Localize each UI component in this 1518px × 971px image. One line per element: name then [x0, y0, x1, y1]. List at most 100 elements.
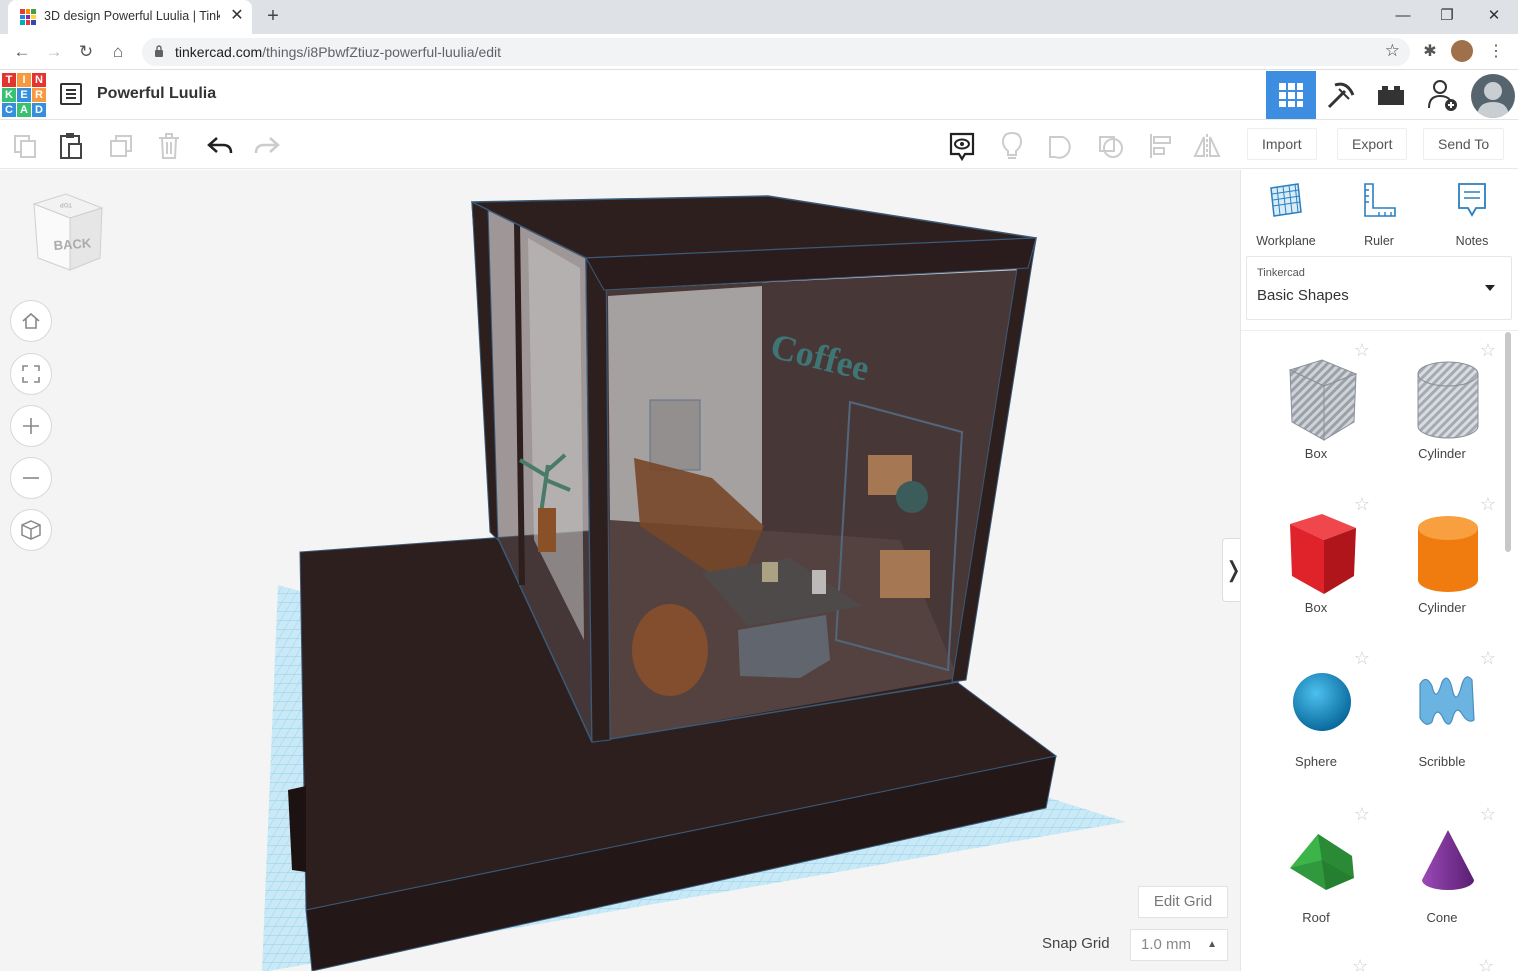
shape-scribble[interactable]: ☆ Scribble: [1382, 646, 1502, 796]
user-avatar[interactable]: [1471, 74, 1515, 118]
show-all-button[interactable]: [947, 131, 977, 161]
mirror-button[interactable]: [1192, 131, 1222, 161]
edit-toolbar: Import Export Send To: [0, 121, 1518, 169]
browser-toolbar: ← → ↻ ⌂ tinkercad.com/things/i8PbwfZtiuz…: [0, 34, 1518, 70]
cylinder-hole-icon: [1417, 361, 1479, 439]
send-to-button[interactable]: Send To: [1423, 128, 1505, 160]
snap-grid-select[interactable]: 1.0 mm ▲: [1130, 929, 1228, 961]
favorite-star-icon[interactable]: ☆: [1478, 956, 1494, 971]
logo-letter: K: [2, 88, 16, 102]
group-icon: [1049, 136, 1071, 159]
shape-cylinder[interactable]: ☆ Cylinder: [1382, 492, 1502, 642]
duplicate-icon: [110, 135, 132, 157]
home-icon: [22, 312, 40, 329]
design-list-icon[interactable]: [60, 83, 82, 105]
tinkercad-favicon: [20, 9, 36, 25]
window-close-icon[interactable]: ✕: [1479, 4, 1509, 28]
notes-icon: [1458, 183, 1486, 217]
extensions-icon[interactable]: ✱: [1418, 40, 1442, 64]
shape-name: Box: [1304, 600, 1328, 615]
divider: [1241, 330, 1518, 331]
3d-design-view-button[interactable]: [1266, 71, 1316, 119]
sphere-icon: [1293, 673, 1351, 731]
snap-grid-label: Snap Grid: [1042, 935, 1110, 952]
logo-letter: N: [32, 73, 46, 87]
home-view-button[interactable]: [10, 300, 52, 342]
ruler-tool[interactable]: Ruler: [1344, 180, 1414, 248]
ungroup-button[interactable]: [1096, 131, 1126, 161]
logo-letter: D: [32, 103, 46, 117]
library-source: Tinkercad: [1257, 267, 1305, 279]
duplicate-button[interactable]: [106, 131, 136, 161]
view-cube-top-label: TOP: [60, 201, 72, 207]
trash-icon: [159, 133, 179, 159]
browser-tab-strip: 3D design Powerful Luulia | Tinkercad ✕ …: [0, 0, 1518, 34]
address-bar[interactable]: tinkercad.com/things/i8PbwfZtiuz-powerfu…: [142, 38, 1410, 66]
copy-button[interactable]: [10, 131, 40, 161]
paste-button[interactable]: [56, 131, 86, 161]
delete-button[interactable]: [154, 131, 184, 161]
3d-scene[interactable]: Coffee: [0, 170, 1240, 971]
edit-grid-button[interactable]: Edit Grid: [1138, 886, 1228, 918]
browser-tab-title: 3D design Powerful Luulia | Tinkercad: [44, 9, 220, 23]
reload-icon[interactable]: ↻: [74, 40, 98, 64]
shape-roof[interactable]: ☆ Roof: [1256, 802, 1376, 952]
shape-sphere[interactable]: ☆ Sphere: [1256, 646, 1376, 796]
view-cube[interactable]: BACK TOP: [26, 190, 106, 275]
back-icon[interactable]: ←: [10, 40, 34, 64]
forward-icon[interactable]: →: [42, 40, 66, 64]
restore-icon[interactable]: ❐: [1432, 4, 1462, 28]
notes-toggle-button[interactable]: [997, 131, 1027, 161]
notes-tool[interactable]: Notes: [1437, 180, 1507, 248]
shape-box[interactable]: ☆ Box: [1256, 492, 1376, 642]
app-header: T I N K E R C A D Powerful Luulia: [0, 71, 1518, 120]
roof-icon: [1290, 834, 1354, 890]
url-host: tinkercad.com: [175, 44, 263, 60]
shape-name: Sphere: [1295, 754, 1337, 769]
zoom-out-button[interactable]: [10, 457, 52, 499]
brick-icon: [1378, 86, 1404, 105]
invite-user-button[interactable]: [1418, 71, 1468, 119]
bookmark-star-icon[interactable]: ☆: [1385, 41, 1400, 61]
shape-cone[interactable]: ☆ Cone: [1382, 802, 1502, 952]
design-title[interactable]: Powerful Luulia: [97, 85, 216, 103]
collapse-panel-button[interactable]: ❭: [1222, 538, 1240, 602]
zoom-out-icon: [23, 477, 39, 479]
import-button[interactable]: Import: [1247, 128, 1317, 160]
panel-scrollbar[interactable]: [1505, 332, 1511, 552]
blocks-view-button[interactable]: [1316, 71, 1366, 119]
logo-letter: E: [17, 88, 31, 102]
fit-view-button[interactable]: [10, 353, 52, 395]
zoom-in-icon: [23, 418, 39, 434]
favorite-star-icon[interactable]: ☆: [1352, 956, 1368, 971]
bricks-view-button[interactable]: [1366, 71, 1416, 119]
library-name: Basic Shapes: [1257, 287, 1349, 304]
minimize-icon[interactable]: —: [1388, 4, 1418, 28]
perspective-button[interactable]: [10, 509, 52, 551]
home-icon[interactable]: ⌂: [106, 40, 130, 64]
close-tab-icon[interactable]: ✕: [228, 7, 246, 25]
align-icon: [1150, 134, 1171, 158]
workplane-label: Workplane: [1256, 234, 1316, 248]
logo-letter: T: [2, 73, 16, 87]
redo-button[interactable]: [252, 131, 282, 161]
shape-cylinder-hole[interactable]: ☆ Cylinder: [1382, 338, 1502, 488]
logo-letter: A: [17, 103, 31, 117]
workplane-tool[interactable]: Workplane: [1251, 180, 1321, 248]
shape-name: Box: [1304, 446, 1328, 461]
browser-menu-icon[interactable]: ⋮: [1484, 40, 1508, 64]
group-button[interactable]: [1046, 131, 1076, 161]
align-button[interactable]: [1145, 131, 1175, 161]
undo-button[interactable]: [205, 131, 235, 161]
export-button[interactable]: Export: [1337, 128, 1408, 160]
tinkercad-logo[interactable]: T I N K E R C A D: [2, 73, 46, 117]
workspace-3d[interactable]: Coffee BACK TOP Edit Grid Snap Grid 1.0 …: [0, 170, 1240, 971]
shape-box-hole[interactable]: ☆ Box: [1256, 338, 1376, 488]
shape-library-dropdown[interactable]: Tinkercad Basic Shapes: [1246, 256, 1512, 320]
browser-tab[interactable]: 3D design Powerful Luulia | Tinkercad ✕: [8, 0, 252, 34]
new-tab-icon[interactable]: +: [262, 6, 284, 28]
zoom-in-button[interactable]: [10, 405, 52, 447]
cone-icon: [1422, 830, 1474, 890]
perspective-cube-icon: [21, 520, 41, 540]
profile-avatar[interactable]: [1451, 40, 1473, 62]
